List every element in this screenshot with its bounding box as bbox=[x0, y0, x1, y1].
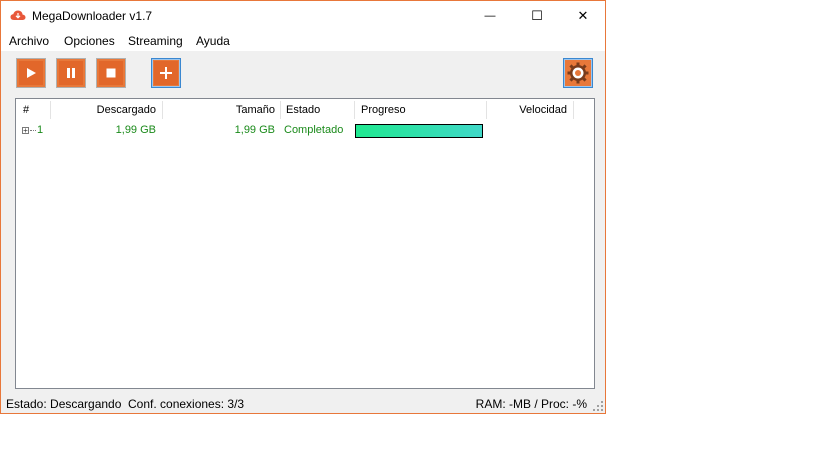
play-icon bbox=[27, 68, 36, 78]
minimize-button[interactable]: — bbox=[467, 1, 513, 31]
settings-button[interactable] bbox=[563, 58, 593, 88]
row-progress-bar bbox=[355, 124, 483, 138]
close-icon: ✕ bbox=[577, 8, 589, 23]
menu-ayuda[interactable]: Ayuda bbox=[196, 34, 230, 48]
add-link-button[interactable] bbox=[151, 58, 181, 88]
column-header-number[interactable]: # bbox=[23, 99, 53, 121]
resize-grip-icon[interactable] bbox=[593, 401, 603, 411]
menu-opciones[interactable]: Opciones bbox=[64, 34, 115, 48]
stop-button[interactable] bbox=[96, 58, 126, 88]
start-button[interactable] bbox=[16, 58, 46, 88]
cloud-download-icon bbox=[10, 10, 26, 20]
menu-bar: Archivo Opciones Streaming Ayuda bbox=[1, 31, 605, 51]
row-number: 1 bbox=[37, 124, 44, 136]
minimize-icon: — bbox=[484, 10, 496, 22]
maximize-icon: ☐ bbox=[531, 8, 543, 23]
stop-icon bbox=[106, 68, 116, 78]
column-header-velocidad[interactable]: Velocidad bbox=[486, 99, 567, 121]
downloads-list[interactable]: # Descargado Tamaño Estado Progreso Velo… bbox=[15, 98, 595, 389]
maximize-button[interactable]: ☐ bbox=[514, 1, 560, 31]
toolbar bbox=[1, 51, 605, 95]
add-icon bbox=[160, 67, 172, 79]
close-button[interactable]: ✕ bbox=[560, 1, 606, 31]
window-title: MegaDownloader v1.7 bbox=[32, 9, 153, 23]
row-tamano: 1,99 GB bbox=[234, 124, 275, 136]
status-ram: RAM: -MB / Proc: -% bbox=[475, 397, 587, 411]
menu-archivo[interactable]: Archivo bbox=[9, 34, 49, 48]
column-header-descargado[interactable]: Descargado bbox=[50, 99, 156, 121]
column-header-progreso[interactable]: Progreso bbox=[361, 99, 481, 121]
menu-streaming[interactable]: Streaming bbox=[128, 34, 183, 48]
title-bar[interactable]: MegaDownloader v1.7 — ☐ ✕ bbox=[1, 1, 605, 31]
row-descargado: 1,99 GB bbox=[115, 124, 156, 136]
settings-gear-icon bbox=[567, 62, 589, 84]
status-estado: Estado: Descargando bbox=[6, 397, 122, 411]
expand-icon[interactable]: + bbox=[22, 127, 29, 135]
row-velocidad bbox=[486, 124, 567, 139]
row-estado: Completado bbox=[284, 124, 344, 136]
column-header-estado[interactable]: Estado bbox=[286, 99, 352, 121]
pause-button[interactable] bbox=[56, 58, 86, 88]
column-header-tamano[interactable]: Tamaño bbox=[162, 99, 275, 121]
progress-fill bbox=[356, 125, 482, 137]
status-bar: Estado: Descargando Conf. conexiones: 3/… bbox=[1, 393, 605, 413]
status-conexiones: Conf. conexiones: 3/3 bbox=[128, 397, 245, 411]
main-window: MegaDownloader v1.7 — ☐ ✕ Archivo Opcion… bbox=[0, 0, 606, 414]
pause-icon bbox=[67, 68, 75, 78]
list-header: # Descargado Tamaño Estado Progreso Velo… bbox=[16, 99, 594, 121]
